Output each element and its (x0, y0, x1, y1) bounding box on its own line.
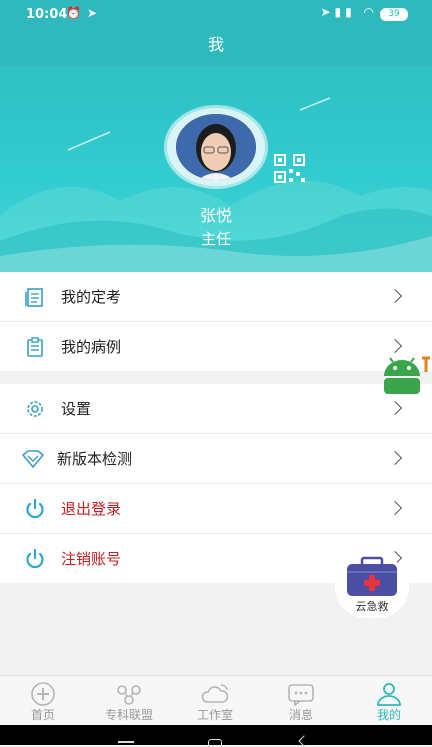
chevron-right-icon (387, 338, 403, 354)
tab-home[interactable]: 首页 (0, 676, 86, 726)
message-icon (288, 684, 314, 706)
android-debug-icon[interactable] (380, 352, 432, 400)
alliance-icon (117, 685, 141, 705)
tab-label: 消息 (288, 708, 313, 722)
status-time: 10:04 (26, 7, 68, 22)
rescue-label: 云急救 (355, 600, 389, 613)
menu-group-settings: 设置 新版本检测 退出登录 注销账号 (0, 384, 432, 583)
tab-profile[interactable]: 我的 (346, 676, 432, 726)
first-aid-kit-icon (347, 556, 397, 596)
tab-studio[interactable]: 工作室 (172, 676, 258, 726)
chevron-right-icon (387, 450, 403, 466)
status-bar: 10:04 ⏰➤ ➤▮▮ ◠ 39 (0, 0, 432, 30)
battery-indicator: 39 (380, 8, 408, 21)
user-title: 主任 (200, 230, 231, 248)
chevron-right-icon (387, 288, 403, 304)
menu-label: 注销账号 (61, 550, 122, 568)
alarm-icon: ⏰➤ (66, 6, 103, 20)
menu-label: 我的病例 (61, 338, 122, 356)
chevron-right-icon (387, 400, 403, 416)
page-title: 我 (0, 30, 432, 66)
tab-label: 工作室 (196, 708, 233, 722)
menu-item-my-exams[interactable]: 我的定考 (0, 272, 432, 322)
tab-label: 专科联盟 (104, 708, 153, 722)
menu-item-my-cases[interactable]: 我的病例 (0, 322, 432, 371)
gear-icon (27, 401, 43, 417)
avatar[interactable] (176, 114, 256, 180)
qrcode-icon[interactable] (274, 154, 306, 184)
menu-label: 新版本检测 (57, 450, 133, 468)
clipboard-icon (27, 337, 43, 357)
power-icon (26, 548, 44, 569)
tab-label: 首页 (30, 708, 55, 722)
chevron-right-icon (387, 500, 403, 516)
tab-label: 我的 (376, 708, 401, 722)
menu-item-settings[interactable]: 设置 (0, 384, 432, 434)
diamond-icon (22, 450, 44, 469)
menu-group-records: 我的定考 我的病例 (0, 272, 432, 371)
signal-wifi-icon: ➤▮▮ ◠ (320, 5, 378, 19)
menu-label: 设置 (61, 400, 92, 418)
power-icon (26, 498, 44, 519)
home-icon (31, 682, 55, 706)
menu-label: 退出登录 (61, 500, 122, 518)
tab-messages[interactable]: 消息 (258, 676, 344, 726)
cloud-rescue-button[interactable]: 云急救 (335, 556, 409, 618)
bottom-tab-bar: 首页 专科联盟 工作室 消息 我的 (0, 675, 432, 726)
cloud-icon (201, 684, 229, 703)
exam-book-icon (25, 288, 43, 307)
user-icon (377, 683, 401, 706)
menu-label: 我的定考 (61, 288, 122, 306)
user-name: 张悦 (199, 206, 232, 225)
tab-alliance[interactable]: 专科联盟 (86, 676, 172, 726)
recents-icon[interactable] (118, 741, 134, 743)
profile-header: 张悦 主任 (0, 66, 432, 272)
menu-item-logout[interactable]: 退出登录 (0, 484, 432, 534)
system-nav-bar (0, 725, 432, 747)
menu-item-version-check[interactable]: 新版本检测 (0, 434, 432, 484)
user-photo (176, 114, 256, 180)
